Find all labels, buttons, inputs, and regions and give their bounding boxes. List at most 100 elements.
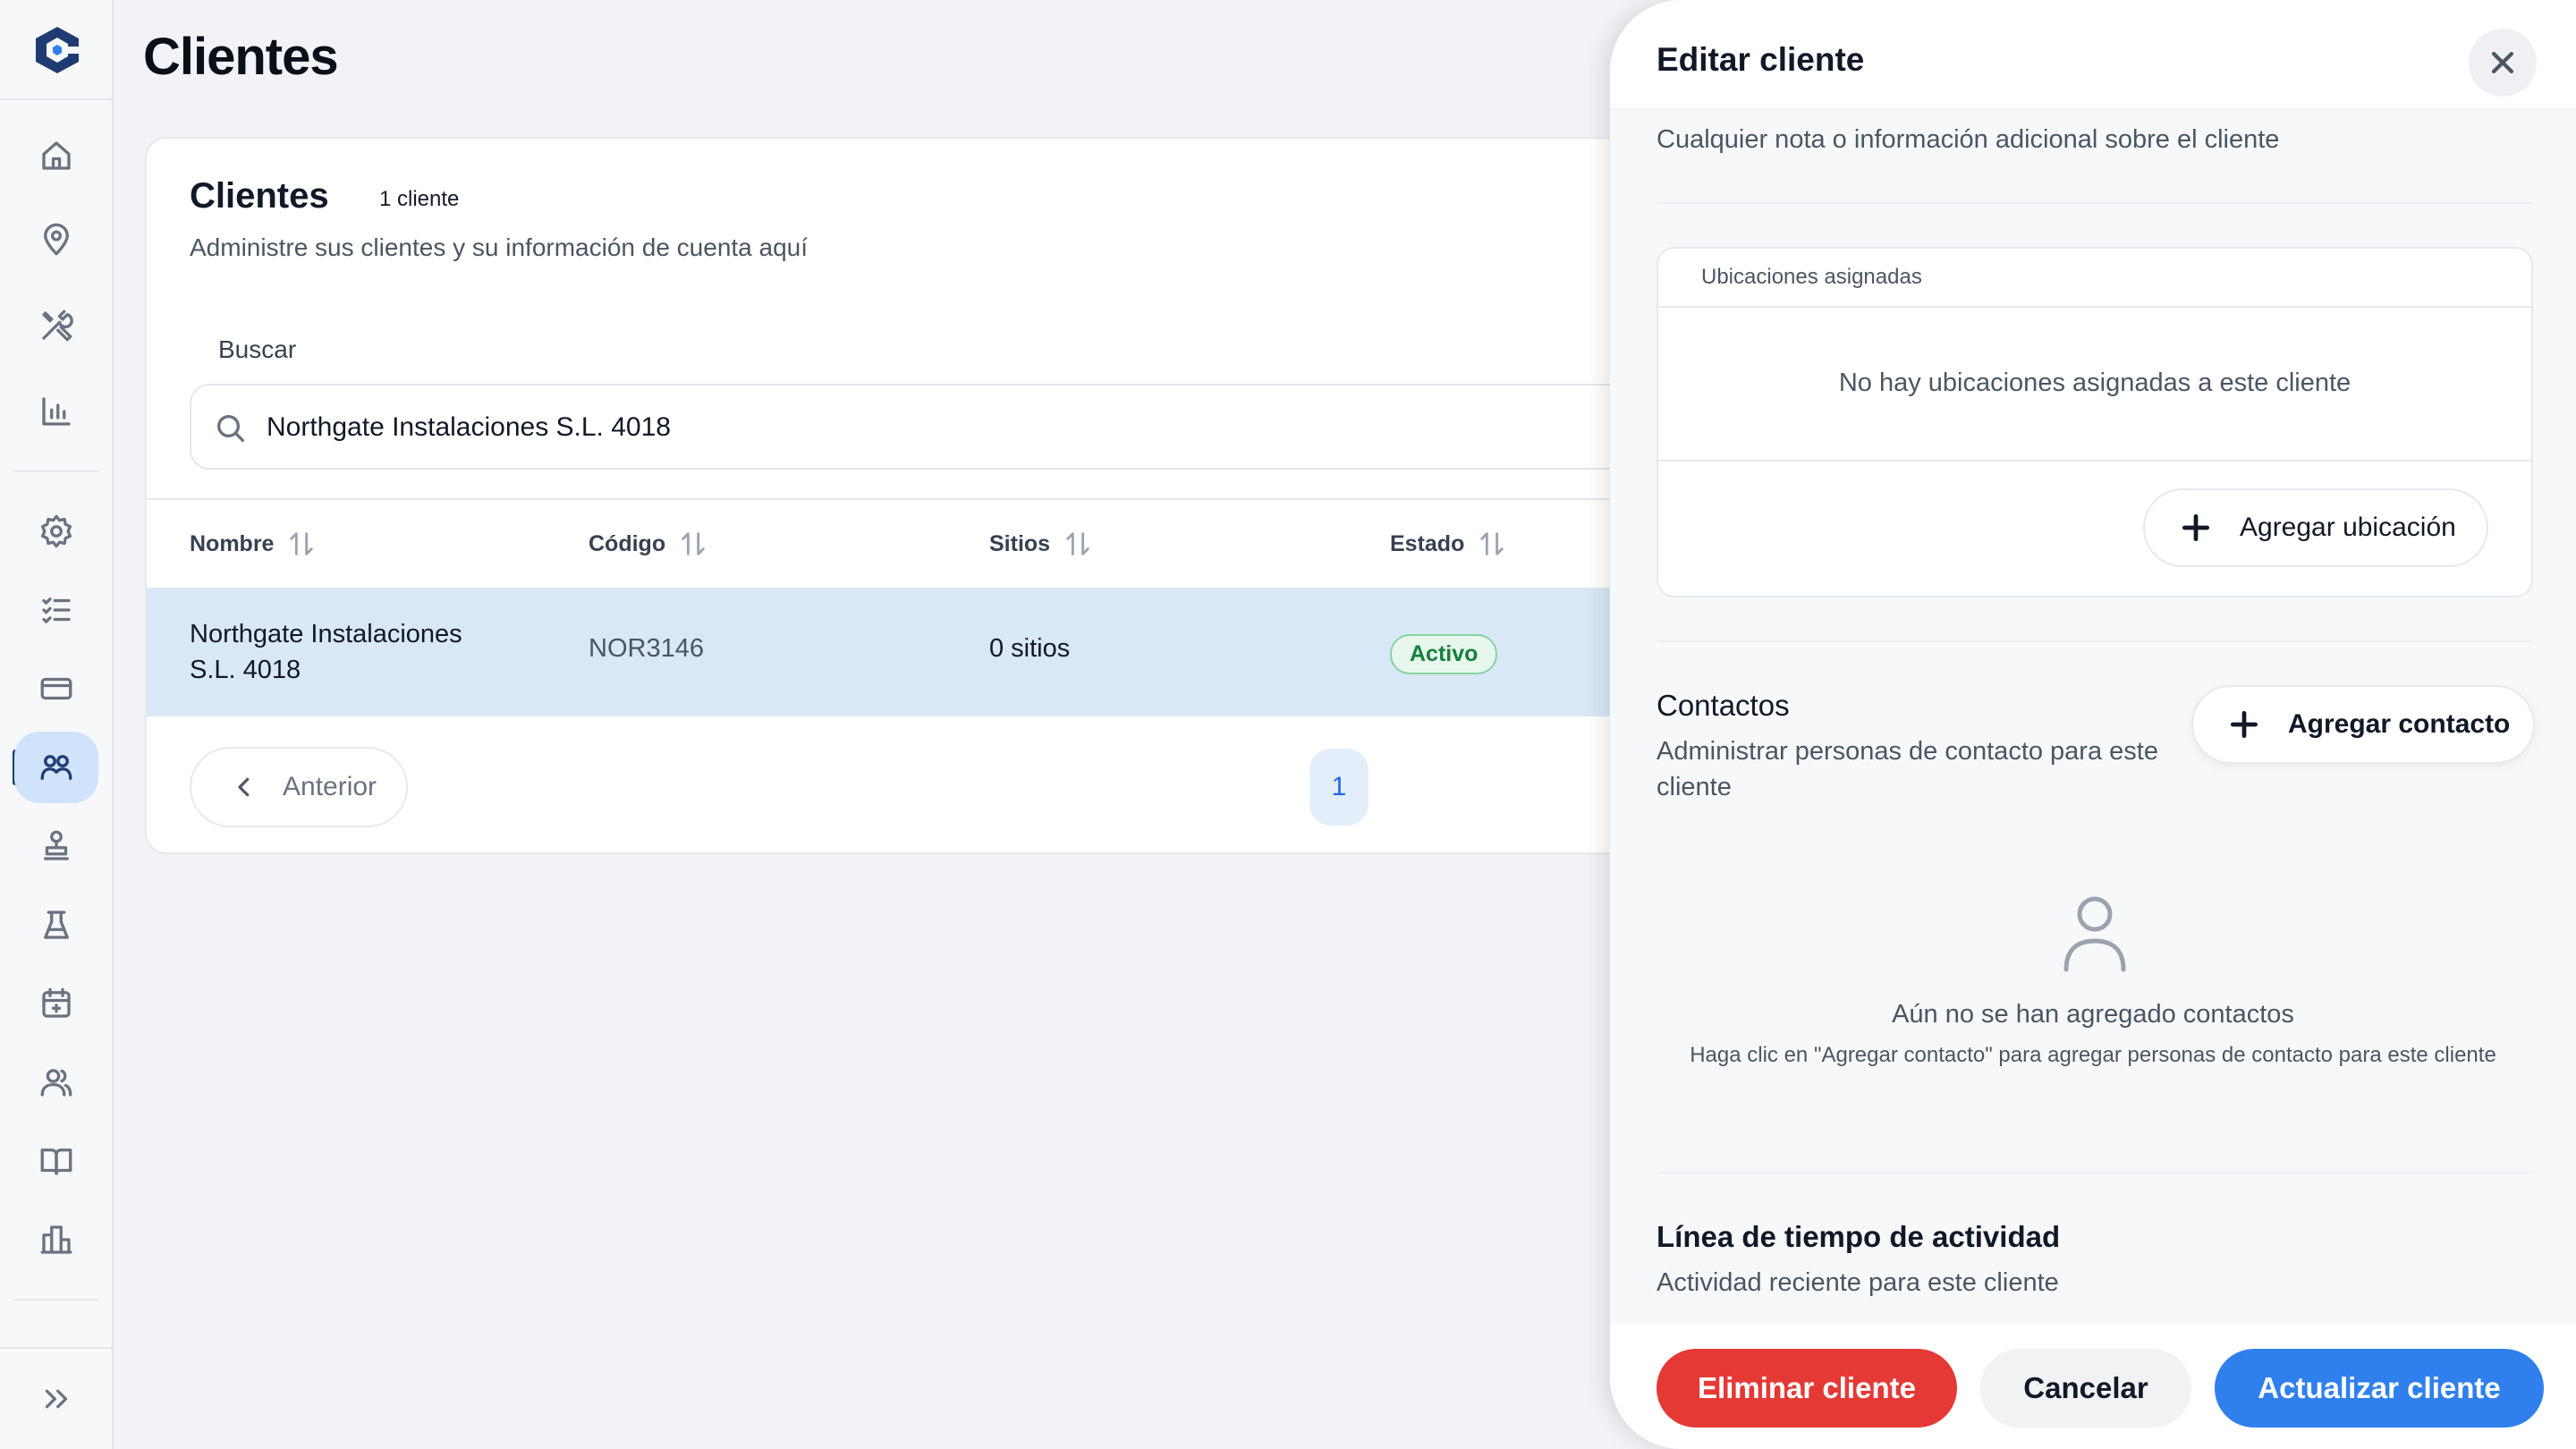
panel-header: Editar cliente [1610, 0, 2576, 109]
client-name-cell: Northgate Instalaciones S.L. 4018 [190, 616, 462, 688]
section-divider [1657, 640, 2533, 642]
column-header-name[interactable]: Nombre [190, 529, 317, 559]
credit-card-icon [40, 677, 72, 700]
search-field[interactable] [190, 384, 1843, 470]
users-icon [40, 1069, 72, 1097]
sidebar-divider [14, 470, 98, 472]
search-input[interactable] [267, 402, 1787, 453]
chevron-left-icon [238, 777, 250, 797]
client-name-line: S.L. 4018 [190, 656, 301, 684]
client-sites-cell: 0 sitios [989, 634, 1071, 663]
locations-header: Ubicaciones asignadas [1658, 249, 2531, 308]
add-contact-button[interactable]: Agregar contacto [2191, 685, 2535, 764]
column-header-status[interactable]: Estado [1390, 529, 1507, 559]
assigned-locations-card: Ubicaciones asignadas No hay ubicaciones… [1657, 247, 2533, 597]
clients-card: Clientes 1 cliente Administre sus client… [145, 137, 1844, 854]
cancel-button[interactable]: Cancelar [1980, 1349, 2191, 1428]
sidebar-item-inspections[interactable] [14, 810, 98, 882]
table-divider [147, 498, 1843, 500]
column-header-label: Estado [1390, 530, 1465, 556]
update-client-button[interactable]: Actualizar cliente [2215, 1349, 2544, 1428]
sidebar-item-locations[interactable] [14, 204, 98, 275]
section-divider [1657, 202, 2533, 204]
panel-title: Editar cliente [1657, 41, 1865, 78]
sidebar-divider [0, 98, 112, 100]
search-icon [217, 415, 244, 442]
contacts-empty-title: Aún no se han agregado contactos [1892, 1000, 2294, 1029]
edit-client-panel: Cualquier nota o información adicional s… [1610, 0, 2576, 1449]
notes-hint: Cualquier nota o información adicional s… [1657, 125, 2280, 154]
sidebar-item-users[interactable] [14, 1046, 98, 1118]
sidebar-item-home[interactable] [14, 120, 98, 191]
add-contact-label: Agregar contacto [2288, 709, 2511, 739]
sidebar-divider [14, 1299, 98, 1301]
table-row[interactable]: Northgate Instalaciones S.L. 4018 NOR314… [147, 588, 1843, 716]
column-header-label: Código [589, 530, 666, 556]
column-header-code[interactable]: Código [589, 529, 708, 559]
page-title: Clientes [143, 28, 339, 86]
locations-header-label: Ubicaciones asignadas [1701, 265, 1922, 289]
sidebar-item-tools[interactable] [14, 290, 98, 361]
sidebar-item-billing[interactable] [14, 653, 98, 724]
close-button[interactable] [2469, 29, 2537, 97]
plus-icon [2182, 513, 2210, 542]
home-icon [42, 141, 71, 170]
sidebar-item-lab[interactable] [14, 889, 98, 961]
double-chevron-right-icon [45, 1389, 68, 1409]
timeline-title: Línea de tiempo de actividad [1657, 1220, 2061, 1253]
flask-icon [44, 911, 69, 939]
contacts-subtitle: Administrar personas de contacto para es… [1657, 737, 2158, 801]
status-badge: Activo [1390, 634, 1498, 674]
sort-icon [290, 532, 314, 555]
column-header-sites[interactable]: Sitios [989, 529, 1093, 559]
sidebar-item-organization[interactable] [14, 1204, 98, 1275]
contacts-empty-hint: Haga clic en "Agregar contacto" para agr… [1690, 1043, 2496, 1067]
sidebar-item-docs[interactable] [14, 1125, 98, 1197]
client-name-line: Northgate Instalaciones [190, 620, 462, 648]
sidebar-item-calendar[interactable] [14, 968, 98, 1039]
bar-chart-icon [42, 397, 71, 426]
page-number-button[interactable]: 1 [1309, 749, 1368, 826]
clients-icon [40, 755, 72, 780]
checklist-icon [42, 597, 71, 623]
sidebar-item-tasks[interactable] [14, 574, 98, 646]
sidebar-item-settings[interactable] [14, 496, 98, 567]
column-header-label: Nombre [190, 530, 275, 556]
sort-icon [1480, 532, 1504, 555]
client-code-cell: NOR3146 [589, 634, 704, 663]
sidebar-expand-button[interactable] [14, 1363, 98, 1435]
stamp-icon [44, 830, 69, 860]
sidebar-divider [0, 1347, 112, 1349]
section-divider [1657, 1172, 2533, 1174]
add-location-label: Agregar ubicación [2240, 513, 2456, 542]
user-icon [2061, 894, 2129, 973]
calendar-icon [42, 987, 71, 1018]
sidebar-item-clients[interactable] [14, 732, 98, 803]
search-label: Buscar [218, 335, 297, 363]
timeline-subtitle: Actividad reciente para este cliente [1657, 1268, 2059, 1297]
card-title: Clientes [190, 176, 329, 216]
column-header-label: Sitios [989, 530, 1051, 556]
gear-icon [40, 514, 72, 548]
delete-client-button[interactable]: Eliminar cliente [1657, 1349, 1957, 1428]
sidebar-item-reports[interactable] [14, 376, 98, 447]
close-icon [2491, 51, 2514, 74]
app-logo[interactable] [34, 25, 80, 75]
previous-page-button[interactable]: Anterior [190, 747, 408, 827]
panel-footer: Eliminar cliente Cancelar Actualizar cli… [1610, 1324, 2576, 1449]
map-pin-icon [44, 223, 69, 256]
previous-page-label: Anterior [283, 772, 377, 801]
sidebar [0, 0, 114, 1449]
card-subtitle: Administre sus clientes y su información… [190, 233, 809, 261]
add-location-button[interactable]: Agregar ubicación [2143, 488, 2488, 567]
contacts-title: Contactos [1657, 689, 1790, 722]
plus-icon [2230, 710, 2258, 739]
locations-empty-text: No hay ubicaciones asignadas a este clie… [1838, 369, 2351, 397]
count-badge: 1 cliente [367, 182, 472, 217]
book-icon [40, 1148, 72, 1175]
building-icon [40, 1225, 72, 1254]
sort-icon [1066, 532, 1089, 555]
tools-icon [42, 309, 73, 342]
sort-icon [682, 532, 705, 555]
locations-divider [1658, 460, 2531, 462]
